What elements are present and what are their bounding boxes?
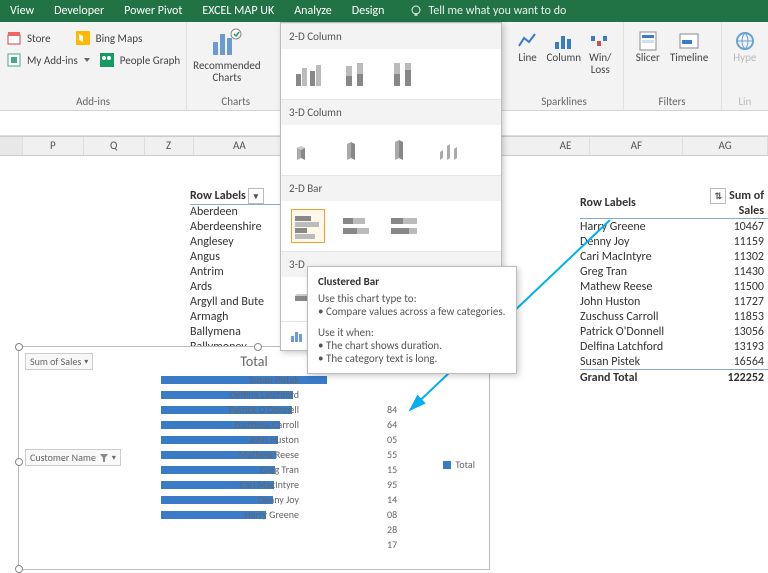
- peoplegraph-button[interactable]: People Graph: [120, 54, 180, 67]
- table-row[interactable]: Greg Tran11430: [580, 264, 768, 279]
- table-row[interactable]: Denny Joy11159: [580, 234, 768, 249]
- 3d-clustered-column-option[interactable]: [291, 133, 325, 167]
- group-addins-label: Add-ins: [6, 93, 180, 108]
- pivot-sales-right[interactable]: Row Labels ⇅ Sum of Sales Harry Greene10…: [580, 188, 768, 385]
- tab-analyze[interactable]: Analyze: [284, 0, 342, 22]
- myaddins-button[interactable]: My Add-ins People Graph: [6, 50, 180, 70]
- slicer-button[interactable]: Slicer: [636, 30, 660, 64]
- tab-view[interactable]: View: [0, 0, 44, 22]
- peoplegraph-icon: [99, 52, 115, 68]
- bar-row: Harry Greene: [161, 507, 409, 522]
- group-filters-label: Filters: [630, 93, 715, 108]
- bar-row: John Huston: [161, 432, 409, 447]
- slicer-icon: [637, 30, 659, 52]
- group-links-label: Lin: [728, 93, 762, 108]
- table-row[interactable]: Patrick O'Donnell13056: [580, 324, 768, 339]
- pivot-chart[interactable]: Sum of Sales ▾ Customer Name ▾ Total Sus…: [18, 346, 490, 570]
- table-row[interactable]: John Huston11727: [580, 294, 768, 309]
- 3d-stacked-column-option[interactable]: [339, 133, 373, 167]
- sparkline-column-icon: [553, 30, 575, 52]
- table-row[interactable]: Delfina Latchford13193: [580, 339, 768, 354]
- sparkline-winloss-button[interactable]: Win/ Loss: [589, 30, 611, 76]
- bar-row: Patrick O'Donnell: [161, 402, 409, 417]
- bar-row: Zuschuss Carroll: [161, 417, 409, 432]
- 3d-column-option[interactable]: [435, 133, 469, 167]
- bar-row: Susan Pistek: [161, 372, 409, 387]
- tab-design[interactable]: Design: [342, 0, 395, 22]
- sparkline-winloss-icon: [589, 30, 611, 52]
- bar-row: Delfina Latchford: [161, 387, 409, 402]
- section-2d-bar: 2-D Bar: [281, 175, 501, 201]
- stacked100-column-option[interactable]: [387, 57, 421, 91]
- pivot-row[interactable]: Angus: [190, 250, 286, 265]
- chart-field-customer[interactable]: Customer Name ▾: [25, 449, 121, 466]
- addins-icon: [6, 52, 22, 68]
- sort-dropdown-icon[interactable]: ⇅: [710, 188, 726, 204]
- table-row[interactable]: Harry Greene10467: [580, 219, 768, 235]
- hyperlink-icon: [734, 30, 756, 52]
- group-sparklines-label: Sparklines: [511, 93, 616, 108]
- table-row[interactable]: Mathew Reese11500: [580, 279, 768, 294]
- pivot-row[interactable]: Anglesey: [190, 235, 286, 250]
- table-row[interactable]: Zuschuss Carroll11853: [580, 309, 768, 324]
- section-2d-column: 2-D Column: [281, 23, 501, 49]
- pivot-row[interactable]: Aberdeenshire: [190, 220, 286, 235]
- store-icon: [6, 30, 22, 46]
- ribbon-tabs: View Developer Power Pivot EXCEL MAP UK …: [0, 0, 768, 22]
- tab-powerpivot[interactable]: Power Pivot: [114, 0, 192, 22]
- 3d-stacked100-column-option[interactable]: [387, 133, 421, 167]
- tab-developer[interactable]: Developer: [44, 0, 114, 22]
- timeline-button[interactable]: Timeline: [670, 30, 708, 64]
- chart-legend: Total: [443, 458, 475, 471]
- more-charts-icon: [289, 328, 305, 344]
- filter-dropdown-icon[interactable]: ▾: [248, 188, 264, 204]
- chart-field-sum[interactable]: Sum of Sales ▾: [25, 353, 93, 370]
- chart-plot-area[interactable]: Susan PistekDelfina LatchfordPatrick O'D…: [161, 372, 409, 522]
- bingmaps-icon: [75, 30, 91, 46]
- bingmaps-button[interactable]: Bing Maps: [96, 32, 143, 45]
- sparkline-line-icon: [517, 30, 539, 52]
- bar-row: Greg Tran: [161, 462, 409, 477]
- clustered-column-option[interactable]: [291, 57, 325, 91]
- pivot-row[interactable]: Argyll and Bute: [190, 295, 286, 310]
- bar-row: Mathew Reese: [161, 447, 409, 462]
- group-charts-label: Charts: [193, 93, 278, 108]
- lightbulb-icon: [409, 4, 423, 18]
- bar-row: Denny Joy: [161, 492, 409, 507]
- sparkline-column-button[interactable]: Column: [547, 30, 582, 64]
- chart-type-tooltip: Clustered Bar Use this chart type to: • …: [307, 266, 517, 374]
- table-row[interactable]: Susan Pistek16564: [580, 354, 768, 370]
- pivot-row[interactable]: Antrim: [190, 265, 286, 280]
- pivot-row[interactable]: Ballymena: [190, 325, 286, 340]
- recommended-charts-button[interactable]: Recommended Charts: [193, 26, 260, 84]
- chart-data-labels: 84640555159514082817: [387, 402, 397, 552]
- tab-excelmapuk[interactable]: EXCEL MAP UK: [192, 0, 284, 22]
- recommended-charts-icon: [210, 26, 244, 60]
- funnel-icon: [99, 453, 109, 463]
- sparkline-line-button[interactable]: Line: [517, 30, 539, 64]
- stacked-bar-option[interactable]: [339, 209, 373, 243]
- table-row[interactable]: Cari MacIntyre11302: [580, 249, 768, 264]
- clustered-bar-option[interactable]: [291, 209, 325, 243]
- pivot-row[interactable]: Aberdeen: [190, 205, 286, 220]
- store-button[interactable]: Store Bing Maps: [6, 28, 142, 48]
- bar-row: Cari MacIntyre: [161, 477, 409, 492]
- section-3d-column: 3-D Column: [281, 99, 501, 125]
- stacked100-bar-option[interactable]: [387, 209, 421, 243]
- stacked-column-option[interactable]: [339, 57, 373, 91]
- hyperlink-button[interactable]: Hype: [733, 30, 756, 64]
- pivot-row[interactable]: Armagh: [190, 310, 286, 325]
- tell-me[interactable]: Tell me what you want to do: [399, 0, 577, 22]
- timeline-icon: [678, 30, 700, 52]
- pivot-row[interactable]: Ards: [190, 280, 286, 295]
